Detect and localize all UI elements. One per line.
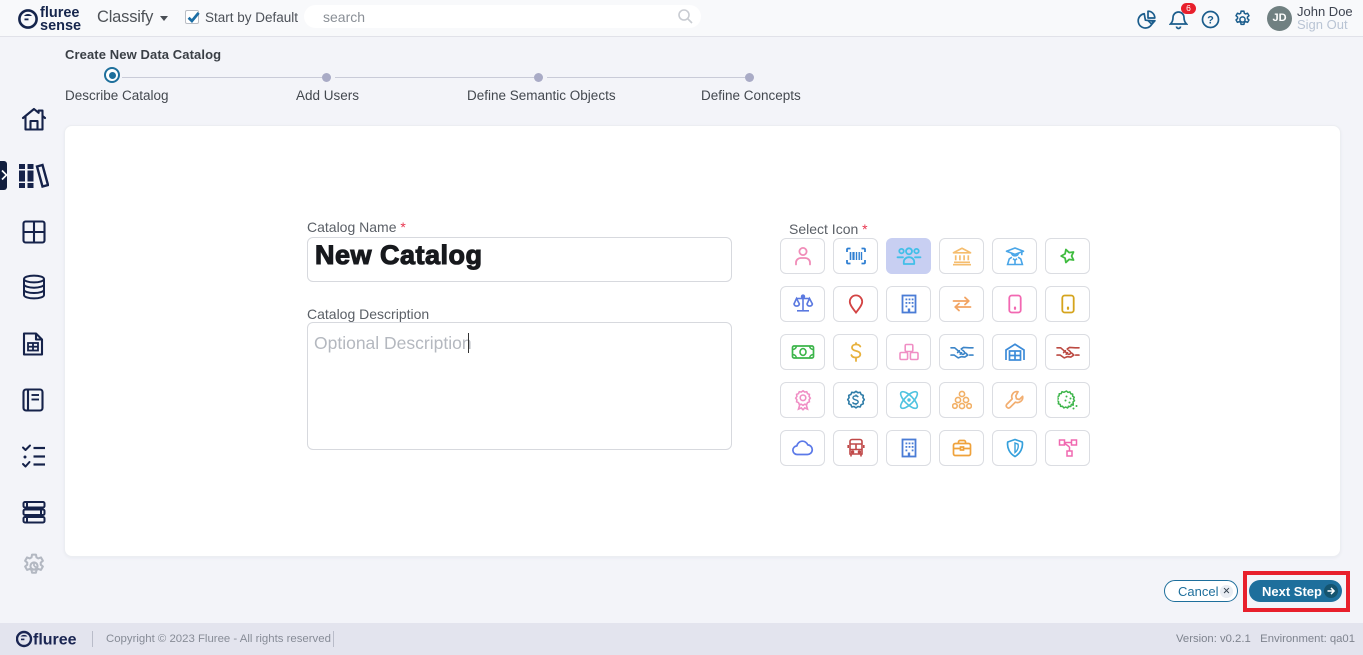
svg-text:sense: sense	[40, 18, 81, 34]
svg-text:fluree: fluree	[33, 632, 77, 649]
svg-text:?: ?	[1207, 15, 1214, 27]
